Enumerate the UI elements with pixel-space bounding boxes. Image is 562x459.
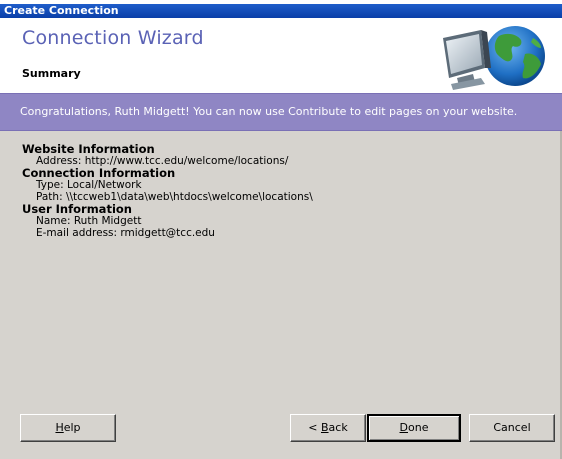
window-title-bar[interactable]: Create Connection: [0, 4, 562, 18]
user-name: Name: Ruth Midgett: [36, 215, 142, 227]
summary-panel: Website Information Address: http://www.…: [0, 131, 562, 459]
window-title: Create Connection: [4, 4, 119, 17]
wizard-subtitle: Summary: [22, 67, 81, 80]
connection-info-heading: Connection Information: [22, 166, 176, 180]
help-button[interactable]: Help: [20, 414, 116, 442]
done-button[interactable]: Done: [367, 414, 461, 442]
website-info-heading: Website Information: [22, 142, 155, 156]
back-button[interactable]: < Back: [290, 414, 366, 442]
computer-globe-icon: [443, 26, 545, 90]
wizard-title: Connection Wizard: [22, 27, 204, 49]
connection-type: Type: Local/Network: [36, 179, 142, 191]
summary-info: Website Information Address: http://www.…: [22, 143, 313, 239]
congratulations-banner: Congratulations, Ruth Midgett! You can n…: [0, 93, 562, 131]
cancel-button[interactable]: Cancel: [469, 414, 555, 442]
button-bar: Help < Back Done Cancel: [0, 414, 562, 448]
wizard-header: Connection Wizard Summary: [0, 18, 562, 93]
user-info-heading: User Information: [22, 202, 132, 216]
user-email: E-mail address: rmidgett@tcc.edu: [36, 227, 215, 239]
